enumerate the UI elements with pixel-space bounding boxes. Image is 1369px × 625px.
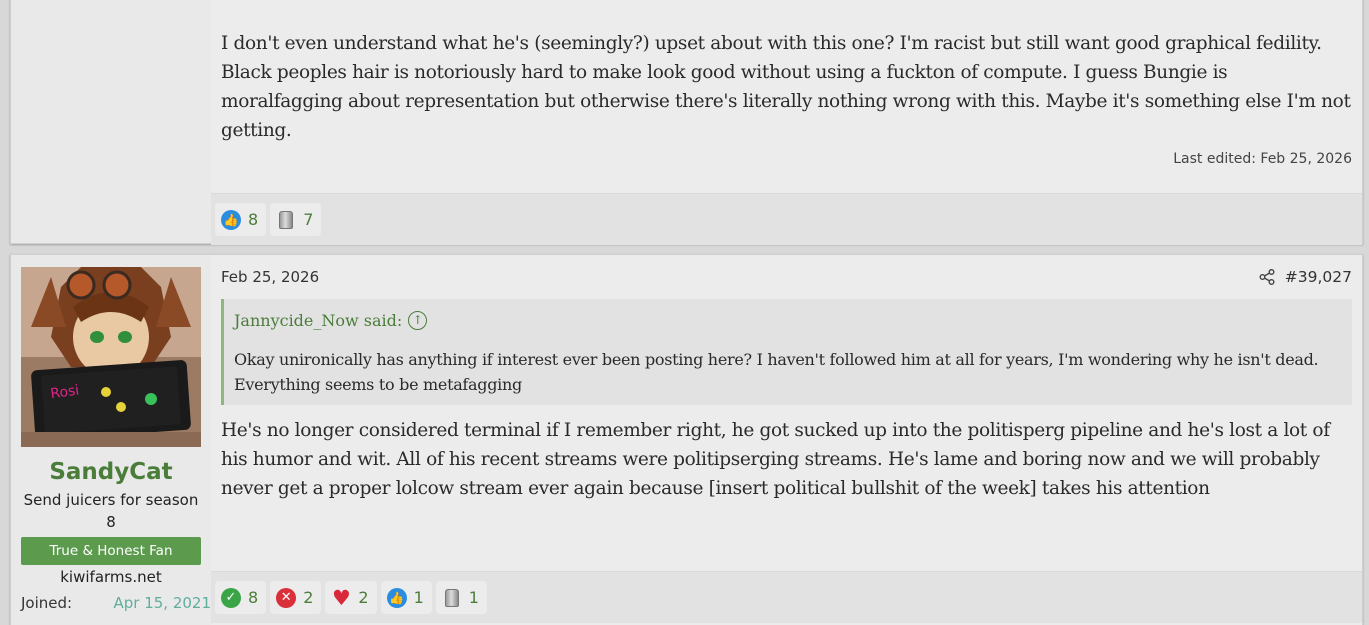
reaction-like[interactable]: 👍 1 — [380, 581, 432, 614]
avatar[interactable]: Rosi — [21, 267, 201, 447]
last-edited: Last edited: Feb 25, 2026 — [1173, 151, 1352, 167]
reaction-disagree[interactable]: ✕ 2 — [270, 581, 322, 614]
post-number[interactable]: #39,027 — [1285, 268, 1352, 286]
user-site: kiwifarms.net — [60, 568, 162, 586]
share-icon[interactable] — [1258, 268, 1276, 286]
reaction-agree[interactable]: ✓ 8 — [215, 581, 267, 614]
reaction-count: 2 — [303, 588, 314, 607]
quote-block: Jannycide_Now said: ↑ Okay unironically … — [221, 299, 1352, 405]
reaction-can[interactable]: 1 — [435, 581, 487, 614]
reaction-count: 2 — [358, 588, 369, 607]
username[interactable]: SandyCat — [11, 459, 211, 485]
user-title: Send juicers for season 8 — [23, 491, 199, 531]
arrow-up-icon[interactable]: ↑ — [408, 311, 428, 330]
user-banner: True & Honest Fan — [21, 537, 201, 565]
reaction-count: 1 — [413, 588, 424, 607]
post-date[interactable]: Feb 25, 2026 — [221, 268, 319, 286]
reaction-count: 7 — [303, 210, 314, 229]
quote-body: Okay unironically has anything if intere… — [234, 350, 1319, 394]
quote-header[interactable]: Jannycide_Now said: ↑ — [234, 311, 428, 330]
like-icon: 👍 — [221, 209, 241, 230]
reaction-count: 8 — [248, 588, 259, 607]
user-column — [11, 0, 211, 243]
reaction-can[interactable]: 7 — [270, 203, 322, 236]
reaction-heart[interactable]: ♥ 2 — [325, 581, 377, 614]
heart-icon: ♥ — [331, 585, 351, 610]
post: Rosi SandyCat Send juicers for season 8 … — [10, 254, 1363, 625]
reaction-count: 8 — [248, 210, 259, 229]
post-body: I don't even understand what he's (seemi… — [221, 33, 1351, 141]
post-body: He's no longer considered terminal if I … — [221, 420, 1330, 499]
quote-author[interactable]: Jannycide_Now said: — [234, 311, 402, 330]
user-column: Rosi SandyCat Send juicers for season 8 … — [11, 255, 211, 625]
like-icon: 👍 — [386, 587, 407, 608]
reaction-bar: ✓ 8 ✕ 2 ♥ 2 👍 1 1 — [211, 571, 1362, 623]
reaction-like[interactable]: 👍 8 — [215, 203, 267, 236]
joined-label: Joined: — [21, 594, 73, 612]
avatar-image: Rosi — [21, 267, 201, 447]
joined-date: Apr 15, 2021 — [113, 594, 211, 612]
check-icon: ✓ — [221, 587, 241, 608]
reaction-count: 1 — [468, 588, 479, 607]
x-icon: ✕ — [276, 587, 297, 608]
post-main: Feb 25, 2026 #39,027 Jannycide_Now said:… — [211, 255, 1362, 625]
reaction-bar: 👍 8 7 — [211, 193, 1362, 245]
can-icon — [444, 588, 459, 607]
can-icon — [279, 210, 294, 229]
post: I don't even understand what he's (seemi… — [10, 0, 1363, 245]
